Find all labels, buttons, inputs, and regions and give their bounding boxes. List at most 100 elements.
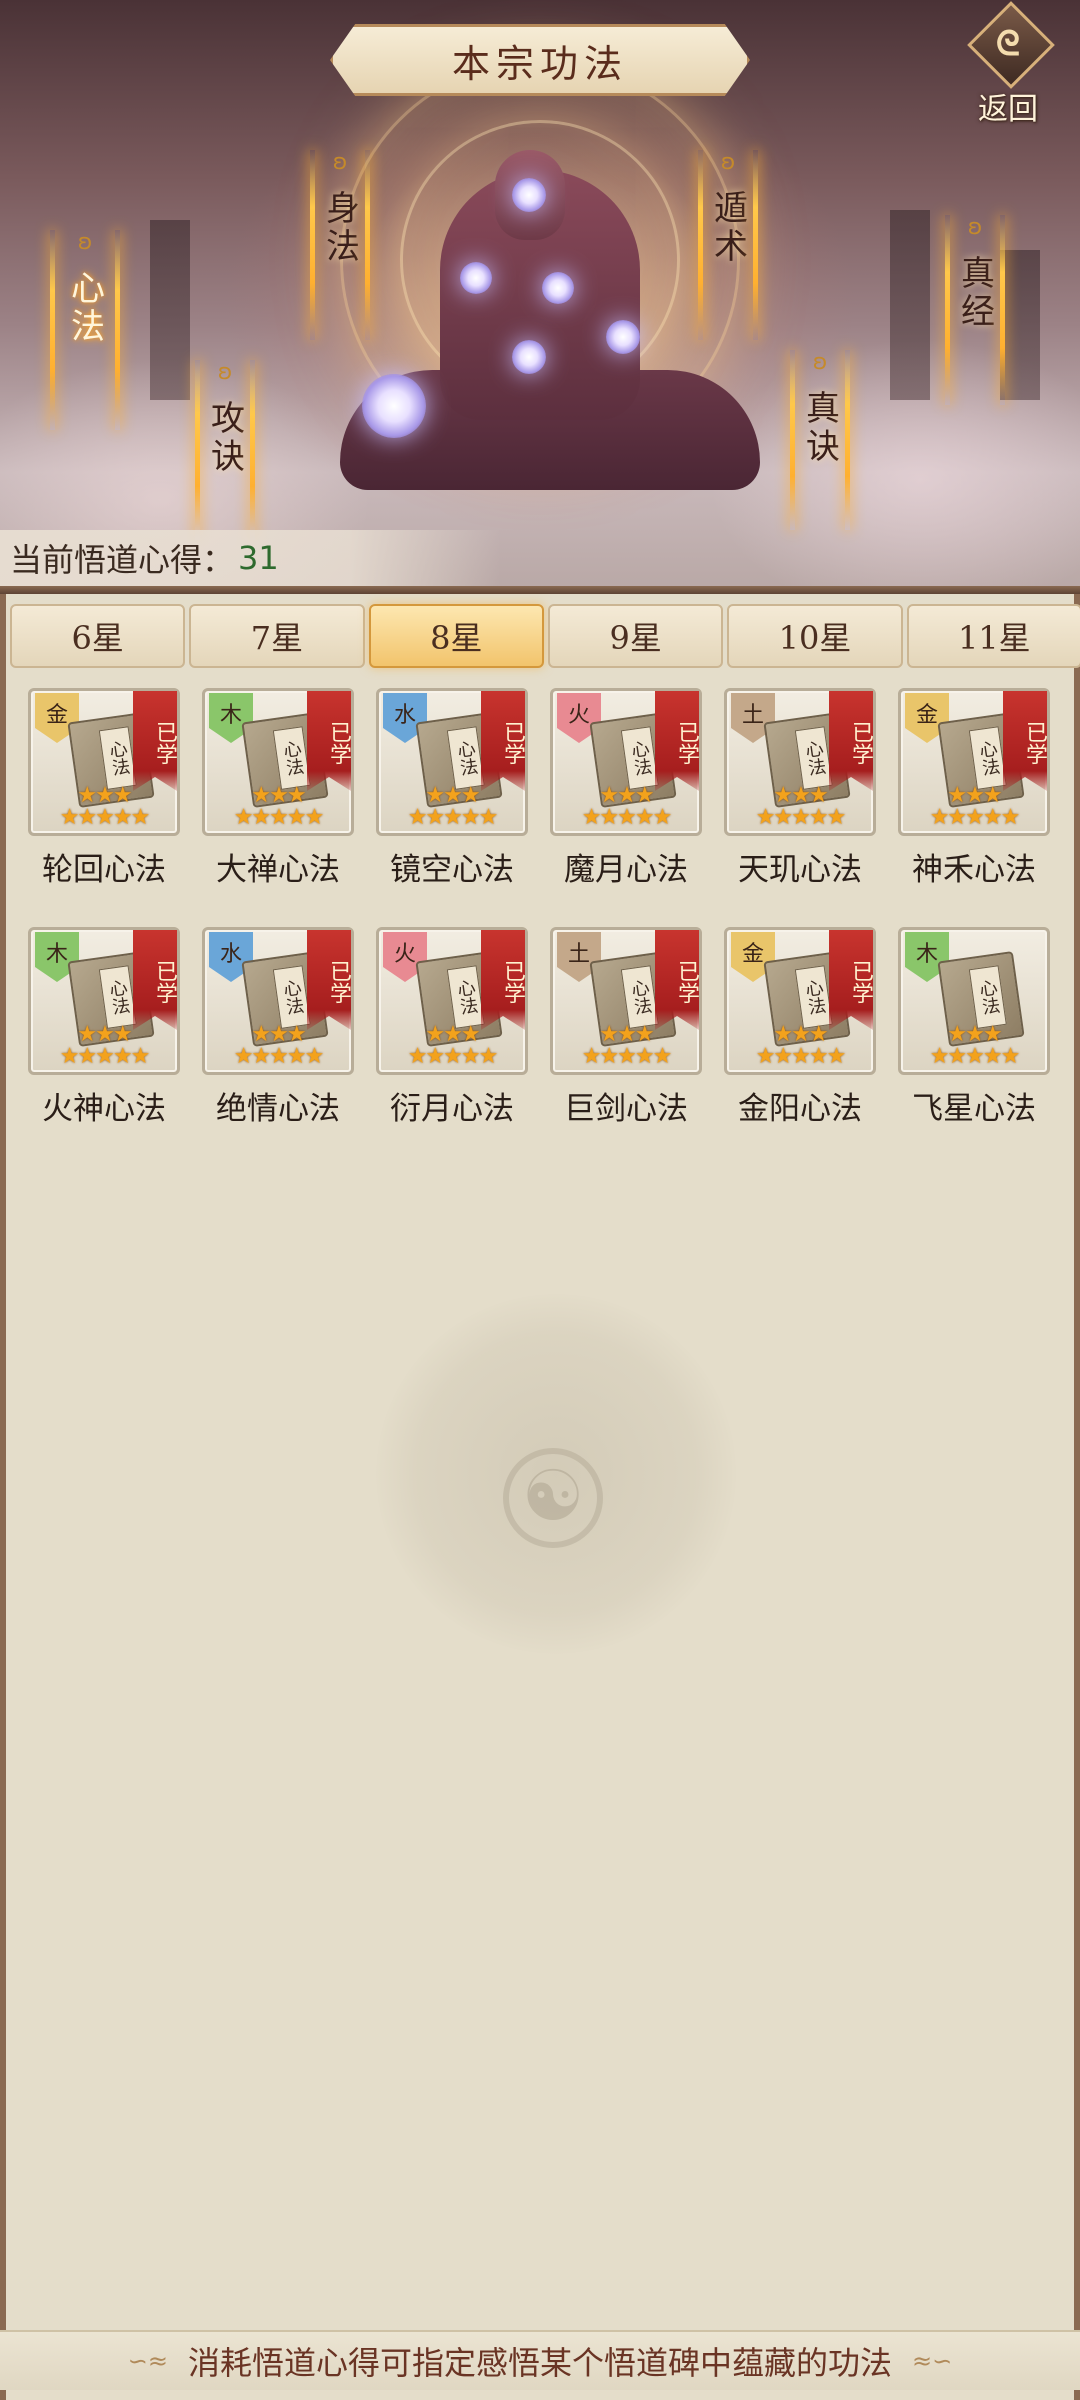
glow-bar [115,230,120,430]
skill-item[interactable]: 水心法 已学 ★★★ ★★★★★ 绝情心法 [202,927,354,1128]
energy-orb [362,374,426,438]
star-rating-icon: ★★★★★ [59,805,151,830]
energy-orb [512,340,546,374]
learned-ribbon: 已学 [481,691,525,791]
hero-divider [0,586,1080,594]
star-rating-icon: ★★★★★ [581,805,673,830]
book-title-label: 心法 [272,726,311,790]
book-title-label: 心法 [968,965,1007,1029]
skill-name: 火神心法 [42,1091,166,1127]
skill-card[interactable]: 木心法 ★★★ ★★★★★ [898,927,1050,1075]
skill-card[interactable]: 水心法 已学 ★★★ ★★★★★ [202,927,354,1075]
background-pillar [890,210,930,400]
skill-card[interactable]: 水心法 已学 ★★★ ★★★★★ [376,688,528,836]
star-rating-icon: ★★★★★ [755,805,847,830]
tab-10-star[interactable]: 10星 [727,604,903,668]
learned-ribbon: 已学 [307,691,351,791]
skill-item[interactable]: 木心法 已学 ★★★ ★★★★★ 火神心法 [28,927,180,1128]
skill-name: 天玑心法 [738,852,862,888]
back-button[interactable]: ᘓ 返回 [960,1,1060,127]
scroll-ornament-icon: ʚ [812,350,828,375]
star-rating-icon: ★★★★★ [59,1044,151,1069]
book-title-label: 心法 [794,726,833,790]
book-title-label: 心法 [98,726,137,790]
skill-card[interactable]: 金心法 已学 ★★★ ★★★★★ [724,927,876,1075]
skill-item[interactable]: 木心法 已学 ★★★ ★★★★★ 大禅心法 [202,688,354,889]
book-title-label: 心法 [446,965,485,1029]
learned-ribbon: 已学 [307,930,351,1030]
skill-card[interactable]: 木心法 已学 ★★★ ★★★★★ [202,688,354,836]
skill-name: 飞星心法 [912,1091,1036,1127]
skill-type-dunshu[interactable]: ʚ 遁术 [698,150,758,340]
glow-bar [1000,215,1005,405]
star-rating-icon: ★★★★★ [929,805,1021,830]
glow-bar [945,215,950,405]
skill-item[interactable]: 火心法 已学 ★★★ ★★★★★ 魔月心法 [550,688,702,889]
book-title-label: 心法 [620,726,659,790]
hero-scene: ʚ 心法 ʚ 身法 ʚ 攻诀 ʚ 遁术 ʚ 真诀 ʚ 真经 本宗功法 ᘓ 返回 [0,0,1080,590]
tab-6-star[interactable]: 6星 [10,604,186,668]
glow-bar [250,360,255,540]
skill-type-zhenjue[interactable]: ʚ 真诀 [790,350,850,530]
skill-item[interactable]: 土心法 已学 ★★★ ★★★★★ 天玑心法 [724,688,876,889]
star-rating-icon: ★★★★★ [581,1044,673,1069]
scroll-ornament-icon: ʚ [720,150,736,175]
skill-type-label: 身法 [319,190,360,266]
skill-type-label: 心法 [64,270,105,346]
skill-name: 绝情心法 [216,1091,340,1127]
star-rating-icon: ★★★★★ [233,1044,325,1069]
book-title-label: 心法 [968,726,1007,790]
star-rating-icon: ★★★★★ [407,805,499,830]
learned-ribbon: 已学 [481,930,525,1030]
yin-yang-icon: ☯ [503,1448,603,1548]
tab-11-star[interactable]: 11星 [906,604,1080,668]
learned-ribbon: 已学 [829,691,873,791]
skill-item[interactable]: 火心法 已学 ★★★ ★★★★★ 衍月心法 [376,927,528,1128]
skill-card[interactable]: 金心法 已学 ★★★ ★★★★★ [28,688,180,836]
skill-item[interactable]: 金心法 已学 ★★★ ★★★★★ 轮回心法 [28,688,180,889]
background-pillar [1000,250,1040,400]
footer-hint: ∽≈ 消耗悟道心得可指定感悟某个悟道碑中蕴藏的功法 ≈∽ [0,2330,1080,2390]
tab-9-star[interactable]: 9星 [547,604,724,668]
tab-8-star[interactable]: 8星 [368,604,544,668]
skill-card[interactable]: 火心法 已学 ★★★ ★★★★★ [376,927,528,1075]
skill-card[interactable]: 土心法 已学 ★★★ ★★★★★ [724,688,876,836]
skill-name: 镜空心法 [390,852,514,888]
skill-type-zhenjing[interactable]: ʚ 真经 [945,215,1005,405]
cloud-ornament-icon: ∽≈ [127,2347,168,2375]
skill-item[interactable]: 金心法 已学 ★★★ ★★★★★ 神禾心法 [898,688,1050,889]
back-arrow-icon: ᘓ [996,24,1020,64]
skill-card[interactable]: 金心法 已学 ★★★ ★★★★★ [898,688,1050,836]
skill-item[interactable]: 土心法 已学 ★★★ ★★★★★ 巨剑心法 [550,927,702,1128]
book-title-label: 心法 [98,965,137,1029]
background-pillar [150,220,190,400]
skill-item[interactable]: 金心法 已学 ★★★ ★★★★★ 金阳心法 [724,927,876,1128]
star-rating-icon: ★★★★★ [929,1044,1021,1069]
scroll-ornament-icon: ʚ [332,150,348,175]
skill-card[interactable]: 土心法 已学 ★★★ ★★★★★ [550,927,702,1075]
energy-orb [460,262,492,294]
skill-card[interactable]: 木心法 已学 ★★★ ★★★★★ [28,927,180,1075]
book-title-label: 心法 [794,965,833,1029]
skill-name: 轮回心法 [42,852,166,888]
learned-ribbon: 已学 [655,691,699,791]
skill-type-gongjue[interactable]: ʚ 攻诀 [195,360,255,540]
energy-orb [542,272,574,304]
skill-item[interactable]: 水心法 已学 ★★★ ★★★★★ 镜空心法 [376,688,528,889]
star-rating-icon: ★★★★★ [233,805,325,830]
glow-bar [365,150,370,340]
learned-ribbon: 已学 [1003,691,1047,791]
glow-bar [310,150,315,340]
glow-bar [845,350,850,530]
skill-type-shenfa[interactable]: ʚ 身法 [310,150,370,340]
glow-bar [50,230,55,430]
star-rating-icon: ★★★★★ [755,1044,847,1069]
skill-item[interactable]: 木心法 ★★★ ★★★★★ 飞星心法 [898,927,1050,1128]
skill-type-label: 真经 [954,255,995,331]
skill-type-xinfa[interactable]: ʚ 心法 [50,230,120,430]
skill-card[interactable]: 火心法 已学 ★★★ ★★★★★ [550,688,702,836]
scroll-ornament-icon: ʚ [77,230,93,255]
skill-name: 神禾心法 [912,852,1036,888]
tab-7-star[interactable]: 7星 [189,604,365,668]
skill-name: 金阳心法 [738,1091,862,1127]
